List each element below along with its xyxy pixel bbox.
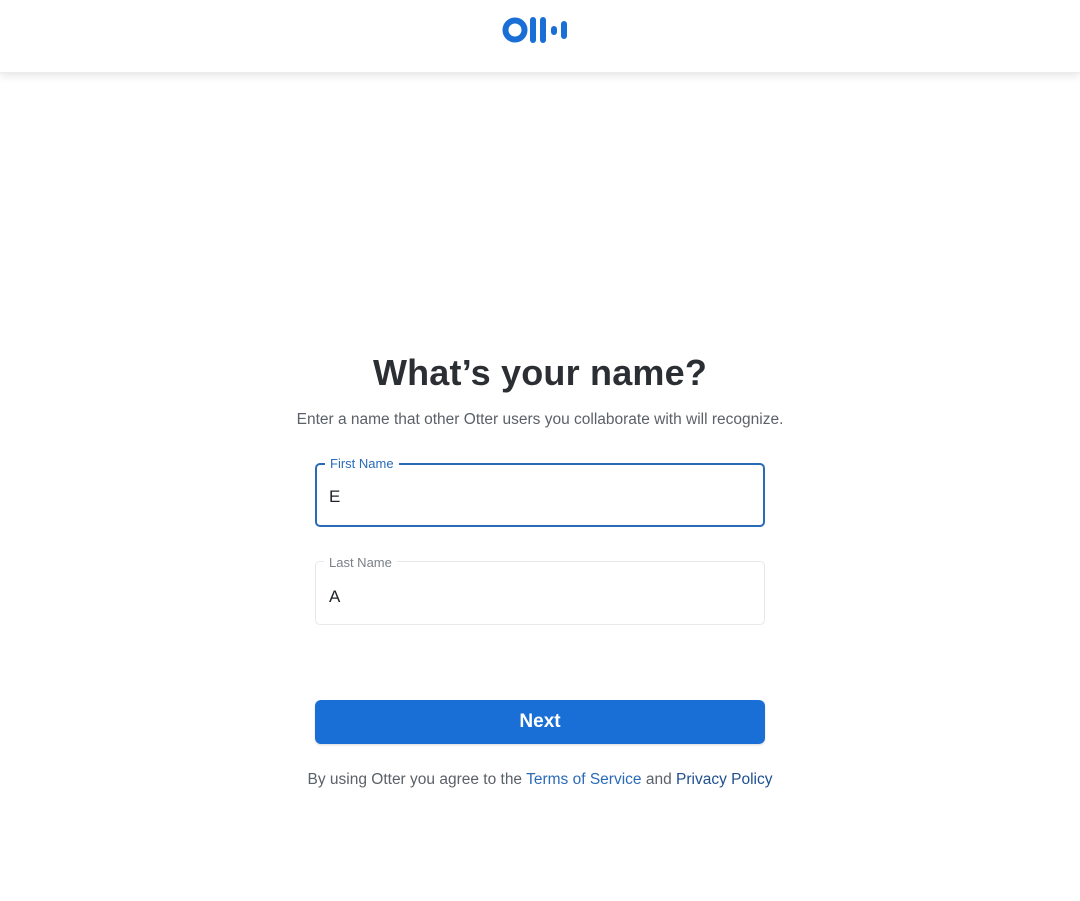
privacy-policy-link[interactable]: Privacy Policy (676, 771, 772, 788)
otter-logo-icon[interactable] (502, 14, 582, 46)
page-subtitle: Enter a name that other Otter users you … (296, 411, 784, 428)
top-bar (0, 0, 1080, 73)
first-name-field[interactable]: First Name (315, 456, 765, 527)
last-name-input[interactable] (329, 587, 749, 607)
terms-of-service-link[interactable]: Terms of Service (526, 771, 641, 788)
last-name-label: Last Name (324, 555, 397, 571)
legal-conjunction: and (641, 771, 676, 788)
legal-notice: By using Otter you agree to the Terms of… (0, 771, 1080, 789)
first-name-input[interactable] (329, 487, 749, 507)
legal-prefix: By using Otter you agree to the (307, 771, 527, 788)
last-name-field[interactable]: Last Name (315, 555, 765, 625)
first-name-label: First Name (325, 456, 399, 472)
next-button[interactable]: Next (315, 700, 765, 744)
page-title: What’s your name? (372, 352, 708, 393)
